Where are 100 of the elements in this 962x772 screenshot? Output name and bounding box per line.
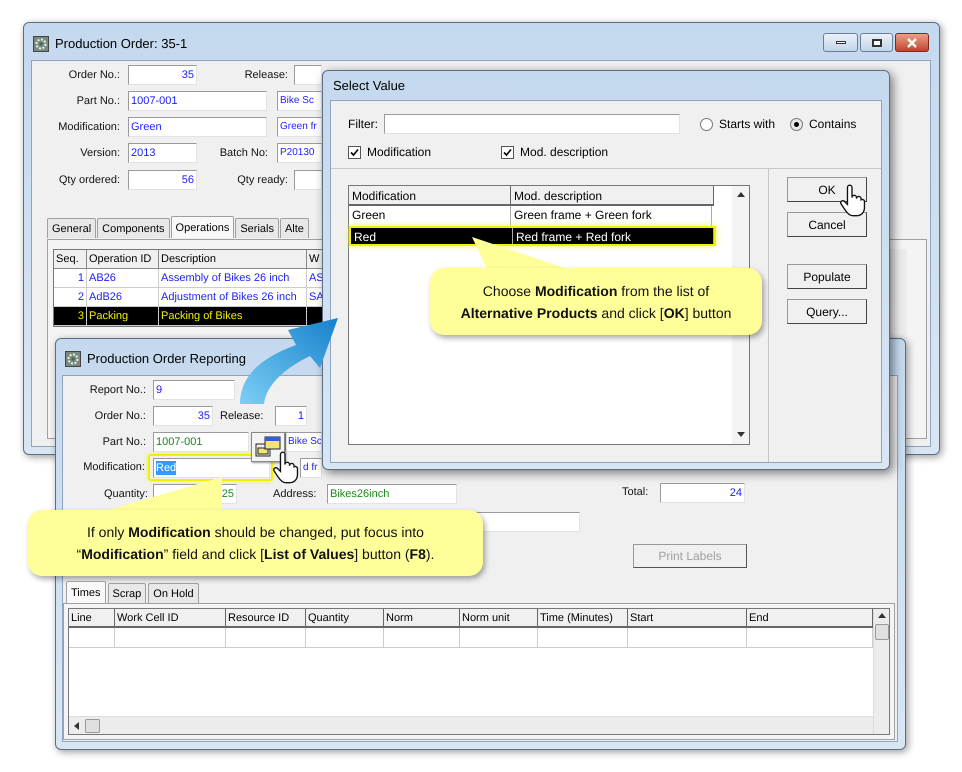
checkbox-option[interactable]: Modification [348, 143, 432, 161]
scroll-thumb[interactable] [874, 624, 888, 640]
dialog-button[interactable]: Query... [787, 299, 867, 324]
hand-cursor-icon [838, 184, 866, 218]
radio-option[interactable]: Starts with [700, 115, 776, 133]
column-header[interactable]: Quantity [306, 609, 384, 628]
radio-option[interactable]: Contains [790, 115, 856, 133]
field-label: Total: [622, 485, 648, 499]
list-row[interactable]: Red Red frame + Red fork [349, 226, 716, 246]
field-label: Address: [273, 487, 316, 501]
checkbox-option[interactable]: Mod. description [501, 143, 608, 161]
text-field[interactable]: 1007-001 [128, 91, 267, 111]
horizontal-scrollbar[interactable] [69, 716, 873, 734]
table-cell [69, 628, 115, 648]
field-label: Modification: [58, 120, 120, 134]
column-header[interactable]: Norm [384, 609, 460, 628]
column-header[interactable]: Time (Minutes) [538, 609, 628, 628]
tab[interactable]: Operations [170, 216, 234, 238]
field-label: Release: [244, 68, 288, 82]
app-icon [33, 36, 49, 52]
text-field[interactable]: 1 [275, 406, 307, 426]
filter-field[interactable] [384, 114, 680, 134]
column-header[interactable]: Seq. [54, 250, 87, 269]
field-label: Modification: [83, 460, 145, 474]
dialog-title: Select Value [333, 76, 406, 95]
text-field[interactable]: Green fr [277, 117, 322, 137]
maximize-button[interactable] [860, 33, 893, 52]
table-cell: Packing [87, 307, 159, 326]
text-field[interactable]: 35 [128, 65, 197, 85]
window-title: Production Order: 35-1 [55, 35, 188, 53]
field-label: Qty ordered: [58, 173, 120, 187]
app-icon [65, 350, 81, 367]
window-title: Production Order Reporting [87, 350, 246, 368]
field-label: Part No.: [102, 435, 146, 449]
list-of-values-button[interactable] [251, 432, 285, 462]
field-label: Qty ready: [237, 173, 288, 187]
text-field[interactable]: 24 [660, 483, 745, 503]
tab[interactable]: Scrap [108, 583, 146, 603]
text-field[interactable]: 56 [128, 170, 197, 190]
table-cell: AdB26 [87, 288, 159, 307]
vertical-scrollbar[interactable] [873, 609, 889, 734]
field-label: Order No.: [68, 68, 120, 82]
dialog-button[interactable]: Cancel [787, 212, 867, 237]
field-label: Part No.: [76, 94, 120, 108]
text-field[interactable]: 1007-001 [153, 432, 249, 452]
scroll-up-icon[interactable] [878, 612, 886, 620]
field-label: Quantity: [104, 487, 148, 501]
text-field[interactable] [476, 512, 580, 532]
text-field[interactable] [294, 170, 322, 190]
radio-icon[interactable] [700, 118, 713, 130]
column-header[interactable]: Resource ID [226, 609, 306, 628]
column-header[interactable]: Operation ID [87, 250, 159, 269]
table-cell: 1 [54, 269, 87, 288]
scroll-down-icon[interactable] [736, 431, 744, 439]
table-cell: AB26 [87, 269, 159, 288]
text-field[interactable]: 35 [153, 406, 213, 426]
text-field[interactable]: Bike Sc [277, 91, 322, 111]
close-icon [906, 38, 918, 48]
text-field[interactable]: P20130 [277, 143, 322, 163]
column-header[interactable]: End [747, 609, 873, 628]
text-field[interactable]: Bikes26inch [327, 484, 457, 504]
field-label: Report No.: [90, 383, 146, 397]
tab[interactable]: On Hold [148, 583, 199, 603]
table-cell: 2 [54, 288, 87, 307]
scrollbar[interactable] [890, 249, 907, 339]
field-label: Batch No: [220, 146, 268, 160]
column-header[interactable]: Start [628, 609, 747, 628]
table-cell: Adjustment of Bikes 26 inch [159, 288, 307, 307]
column-header[interactable]: Line [69, 609, 115, 628]
text-field[interactable]: 9 [153, 380, 235, 400]
scroll-up-icon[interactable] [736, 191, 744, 199]
column-header[interactable]: Work Cell ID [115, 609, 226, 628]
text-field[interactable]: d fr [300, 458, 322, 478]
scroll-thumb[interactable] [85, 718, 100, 732]
tab[interactable]: General [47, 218, 96, 238]
dialog-button[interactable]: OK [787, 177, 867, 202]
column-header[interactable]: Mod. description [511, 186, 714, 206]
text-field[interactable]: 2013 [128, 143, 197, 163]
column-header[interactable]: Norm unit [460, 609, 538, 628]
tab[interactable]: Times [66, 581, 106, 603]
text-field[interactable]: Green [128, 117, 267, 137]
table-cell: Assembly of Bikes 26 inch [159, 269, 307, 288]
field-label: Version: [80, 146, 120, 160]
field-label: Order No.: [94, 409, 146, 423]
minimize-button[interactable] [823, 33, 858, 52]
scroll-left-icon[interactable] [73, 722, 81, 730]
field-label: Release: [220, 409, 264, 423]
filter-label: Filter: [348, 116, 379, 133]
table-cell: Packing of Bikes [159, 307, 307, 326]
close-button[interactable] [895, 33, 929, 52]
text-field[interactable] [294, 65, 322, 85]
dialog-button[interactable]: Populate [787, 264, 867, 289]
radio-icon[interactable] [790, 118, 804, 130]
table-cell: 3 [54, 307, 87, 326]
tab[interactable]: Serials [235, 218, 279, 238]
tab[interactable]: Components [97, 218, 170, 238]
column-header[interactable]: Description [159, 250, 307, 269]
tab[interactable]: Alte [280, 218, 309, 238]
column-header[interactable]: Modification [349, 186, 511, 206]
checkmark-icon [350, 148, 359, 156]
